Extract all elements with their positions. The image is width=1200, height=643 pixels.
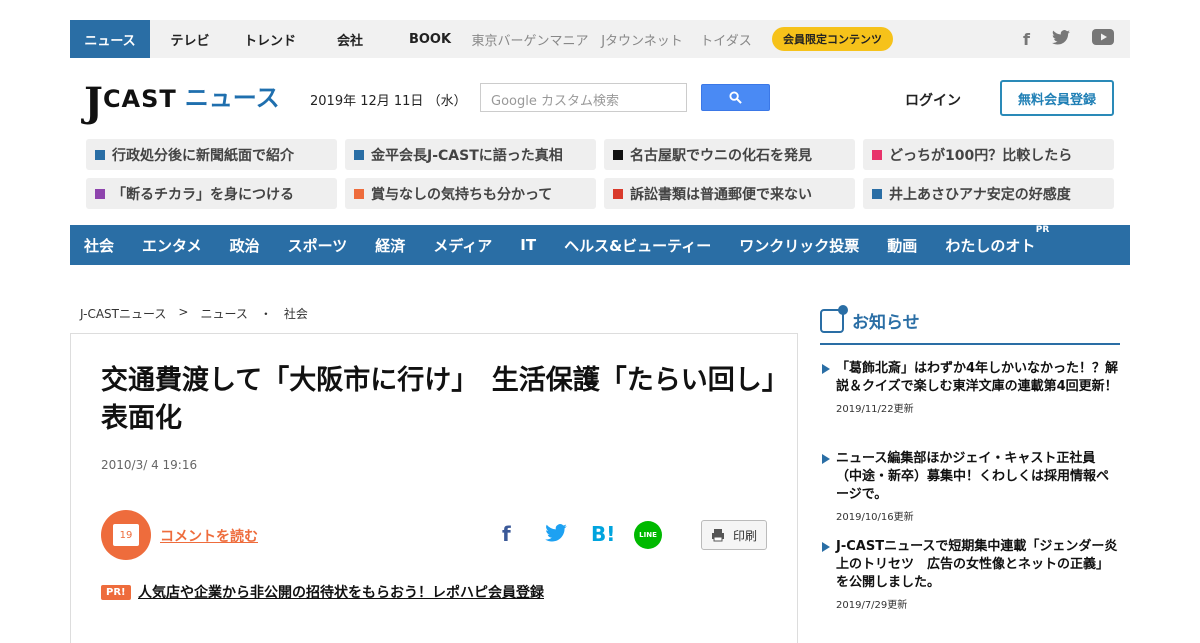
youtube-icon[interactable] [1092,29,1114,49]
triangle-bullet-icon [822,542,830,552]
bullet-square-icon [872,149,882,160]
print-button[interactable]: 印刷 [701,520,767,550]
facebook-icon[interactable]: f [1023,30,1030,49]
tag-item[interactable]: 井上あさひアナ安定の好感度 [863,178,1114,209]
current-date: 2019年 12月 11日 （水） [310,94,467,109]
category-health-beauty[interactable]: ヘルス&ビューティー [564,235,711,256]
notice-icon [820,304,848,333]
facebook-share-icon[interactable]: f [502,522,511,546]
tag-item[interactable]: 金平会長J-CASTに語った真相 [345,139,596,170]
article-date: 2010/3/ 4 19:16 [101,458,198,472]
category-society[interactable]: 社会 [84,235,114,256]
pr-badge: PR! [101,585,131,600]
category-nav: 社会 エンタメ 政治 スポーツ 経済 メディア IT ヘルス&ビューティー ワン… [70,225,1130,265]
notice-updated: 2019/11/22更新 [836,404,914,415]
site-header: J CAST ニュース 2019年 12月 11日 （水） Google カスタ… [70,72,1130,126]
category-sports[interactable]: スポーツ [288,235,348,256]
printer-icon [711,529,724,542]
bullet-square-icon [613,149,623,160]
notices-heading: お知らせ [820,304,1120,345]
topnav-company[interactable]: 会社 [310,20,390,58]
twitter-icon[interactable] [1052,29,1070,49]
site-logo[interactable]: J CAST ニュース [84,78,280,126]
topnav-book[interactable]: BOOK [390,20,470,58]
article-card: 交通費渡して「大阪市に行け」 生活保護「たらい回し」表面化 2010/3/ 4 … [70,333,798,643]
top-nav: ニュース テレビ トレンド 会社 BOOK 東京バーゲンマニア Jタウンネット … [70,20,1130,58]
topnav-trend[interactable]: トレンド [230,20,310,58]
category-entertainment[interactable]: エンタメ [142,235,202,256]
search-input[interactable]: Google カスタム検索 [480,83,687,112]
read-comments-link[interactable]: コメントを読む [160,526,258,546]
twitter-share-icon[interactable] [545,523,567,547]
members-only-badge[interactable]: 会員限定コンテンツ [772,27,893,51]
logo-news: ニュース [184,84,280,112]
search-button[interactable] [701,84,770,111]
notice-item[interactable]: 「葛飾北斎」はわずか4年しかいなかった！？解説＆クイズで楽しむ東洋文庫の連載第4… [820,360,1120,415]
notice-title[interactable]: ニュース編集部ほかジェイ・キャスト正社員（中途・新卒）募集中！くわしくは採用情報… [836,450,1120,504]
breadcrumb-separator: > [178,305,189,319]
category-one-click-poll[interactable]: ワンクリック投票 [739,235,859,256]
breadcrumb: J-CASTニュース > ニュース ・ 社会 [80,305,308,322]
notice-title[interactable]: 「葛飾北斎」はわずか4年しかいなかった！？解説＆クイズで楽しむ東洋文庫の連載第4… [836,360,1120,396]
breadcrumb-category[interactable]: 社会 [284,305,308,322]
pr-ad-link[interactable]: 人気店や企業から非公開の招待状をもらおう！レポハピ会員登録 [138,582,544,602]
search-icon [729,91,742,104]
category-economy[interactable]: 経済 [375,235,405,256]
hatena-bookmark-icon[interactable]: B! [591,522,615,546]
category-media[interactable]: メディア [433,235,492,256]
topnav-tv[interactable]: テレビ [150,20,230,58]
bullet-square-icon [613,188,623,199]
topnav-jtown[interactable]: Jタウンネット [590,20,694,58]
sidebar-notices: お知らせ 「葛飾北斎」はわずか4年しかいなかった！？解説＆クイズで楽しむ東洋文庫… [820,304,1120,611]
category-it[interactable]: IT [520,236,536,254]
notice-item[interactable]: ニュース編集部ほかジェイ・キャスト正社員（中途・新卒）募集中！くわしくは採用情報… [820,450,1120,523]
logo-cast: CAST [102,85,177,113]
tag-item[interactable]: 行政処分後に新聞紙面で紹介 [86,139,337,170]
register-button[interactable]: 無料会員登録 [1000,80,1114,116]
bullet-square-icon [95,188,105,199]
notice-title[interactable]: J-CASTニュースで短期集中連載「ジェンダー炎上のトリセツ 広告の女性像とネッ… [836,538,1120,592]
triangle-bullet-icon [822,454,830,464]
bullet-square-icon [354,188,364,199]
breadcrumb-home[interactable]: J-CASTニュース [80,305,166,322]
tag-item[interactable]: 訴訟書類は普通郵便で来ない [604,178,855,209]
bullet-square-icon [354,149,364,160]
notice-updated: 2019/7/29更新 [836,600,908,611]
logo-j: J [84,79,103,126]
social-links: f [1023,29,1130,49]
pr-superscript: PR [1035,224,1050,235]
topnav-news[interactable]: ニュース [70,20,150,58]
tag-item[interactable]: 賞与なしの気持ちも分かって [345,178,596,209]
bullet-square-icon [95,149,105,160]
comment-count: 19 [113,524,139,546]
article-title: 交通費渡して「大阪市に行け」 生活保護「たらい回し」表面化 [101,365,776,434]
comment-button[interactable]: 19 [101,510,151,560]
tag-item[interactable]: 名古屋駅でウニの化石を発見 [604,139,855,170]
tag-item[interactable]: どっちが100円？比較したら [863,139,1114,170]
notice-updated: 2019/10/16更新 [836,512,914,523]
breadcrumb-section[interactable]: ニュース [200,305,247,322]
bullet-square-icon [872,188,882,199]
category-watashi-no-oto[interactable]: わたしのオト PR [945,225,1049,256]
notice-item[interactable]: J-CASTニュースで短期集中連載「ジェンダー炎上のトリセツ 広告の女性像とネッ… [820,538,1120,611]
line-share-icon[interactable]: LINE [634,521,662,549]
category-politics[interactable]: 政治 [230,235,260,256]
tag-item[interactable]: 「断るチカラ」を身につける [86,178,337,209]
category-video[interactable]: 動画 [887,235,917,256]
breadcrumb-separator: ・ [259,307,272,321]
topnav-toidasu[interactable]: トイダス [694,20,758,58]
topnav-bargain-mania[interactable]: 東京バーゲンマニア [470,20,590,58]
login-link[interactable]: ログイン [905,90,961,110]
triangle-bullet-icon [822,364,830,374]
